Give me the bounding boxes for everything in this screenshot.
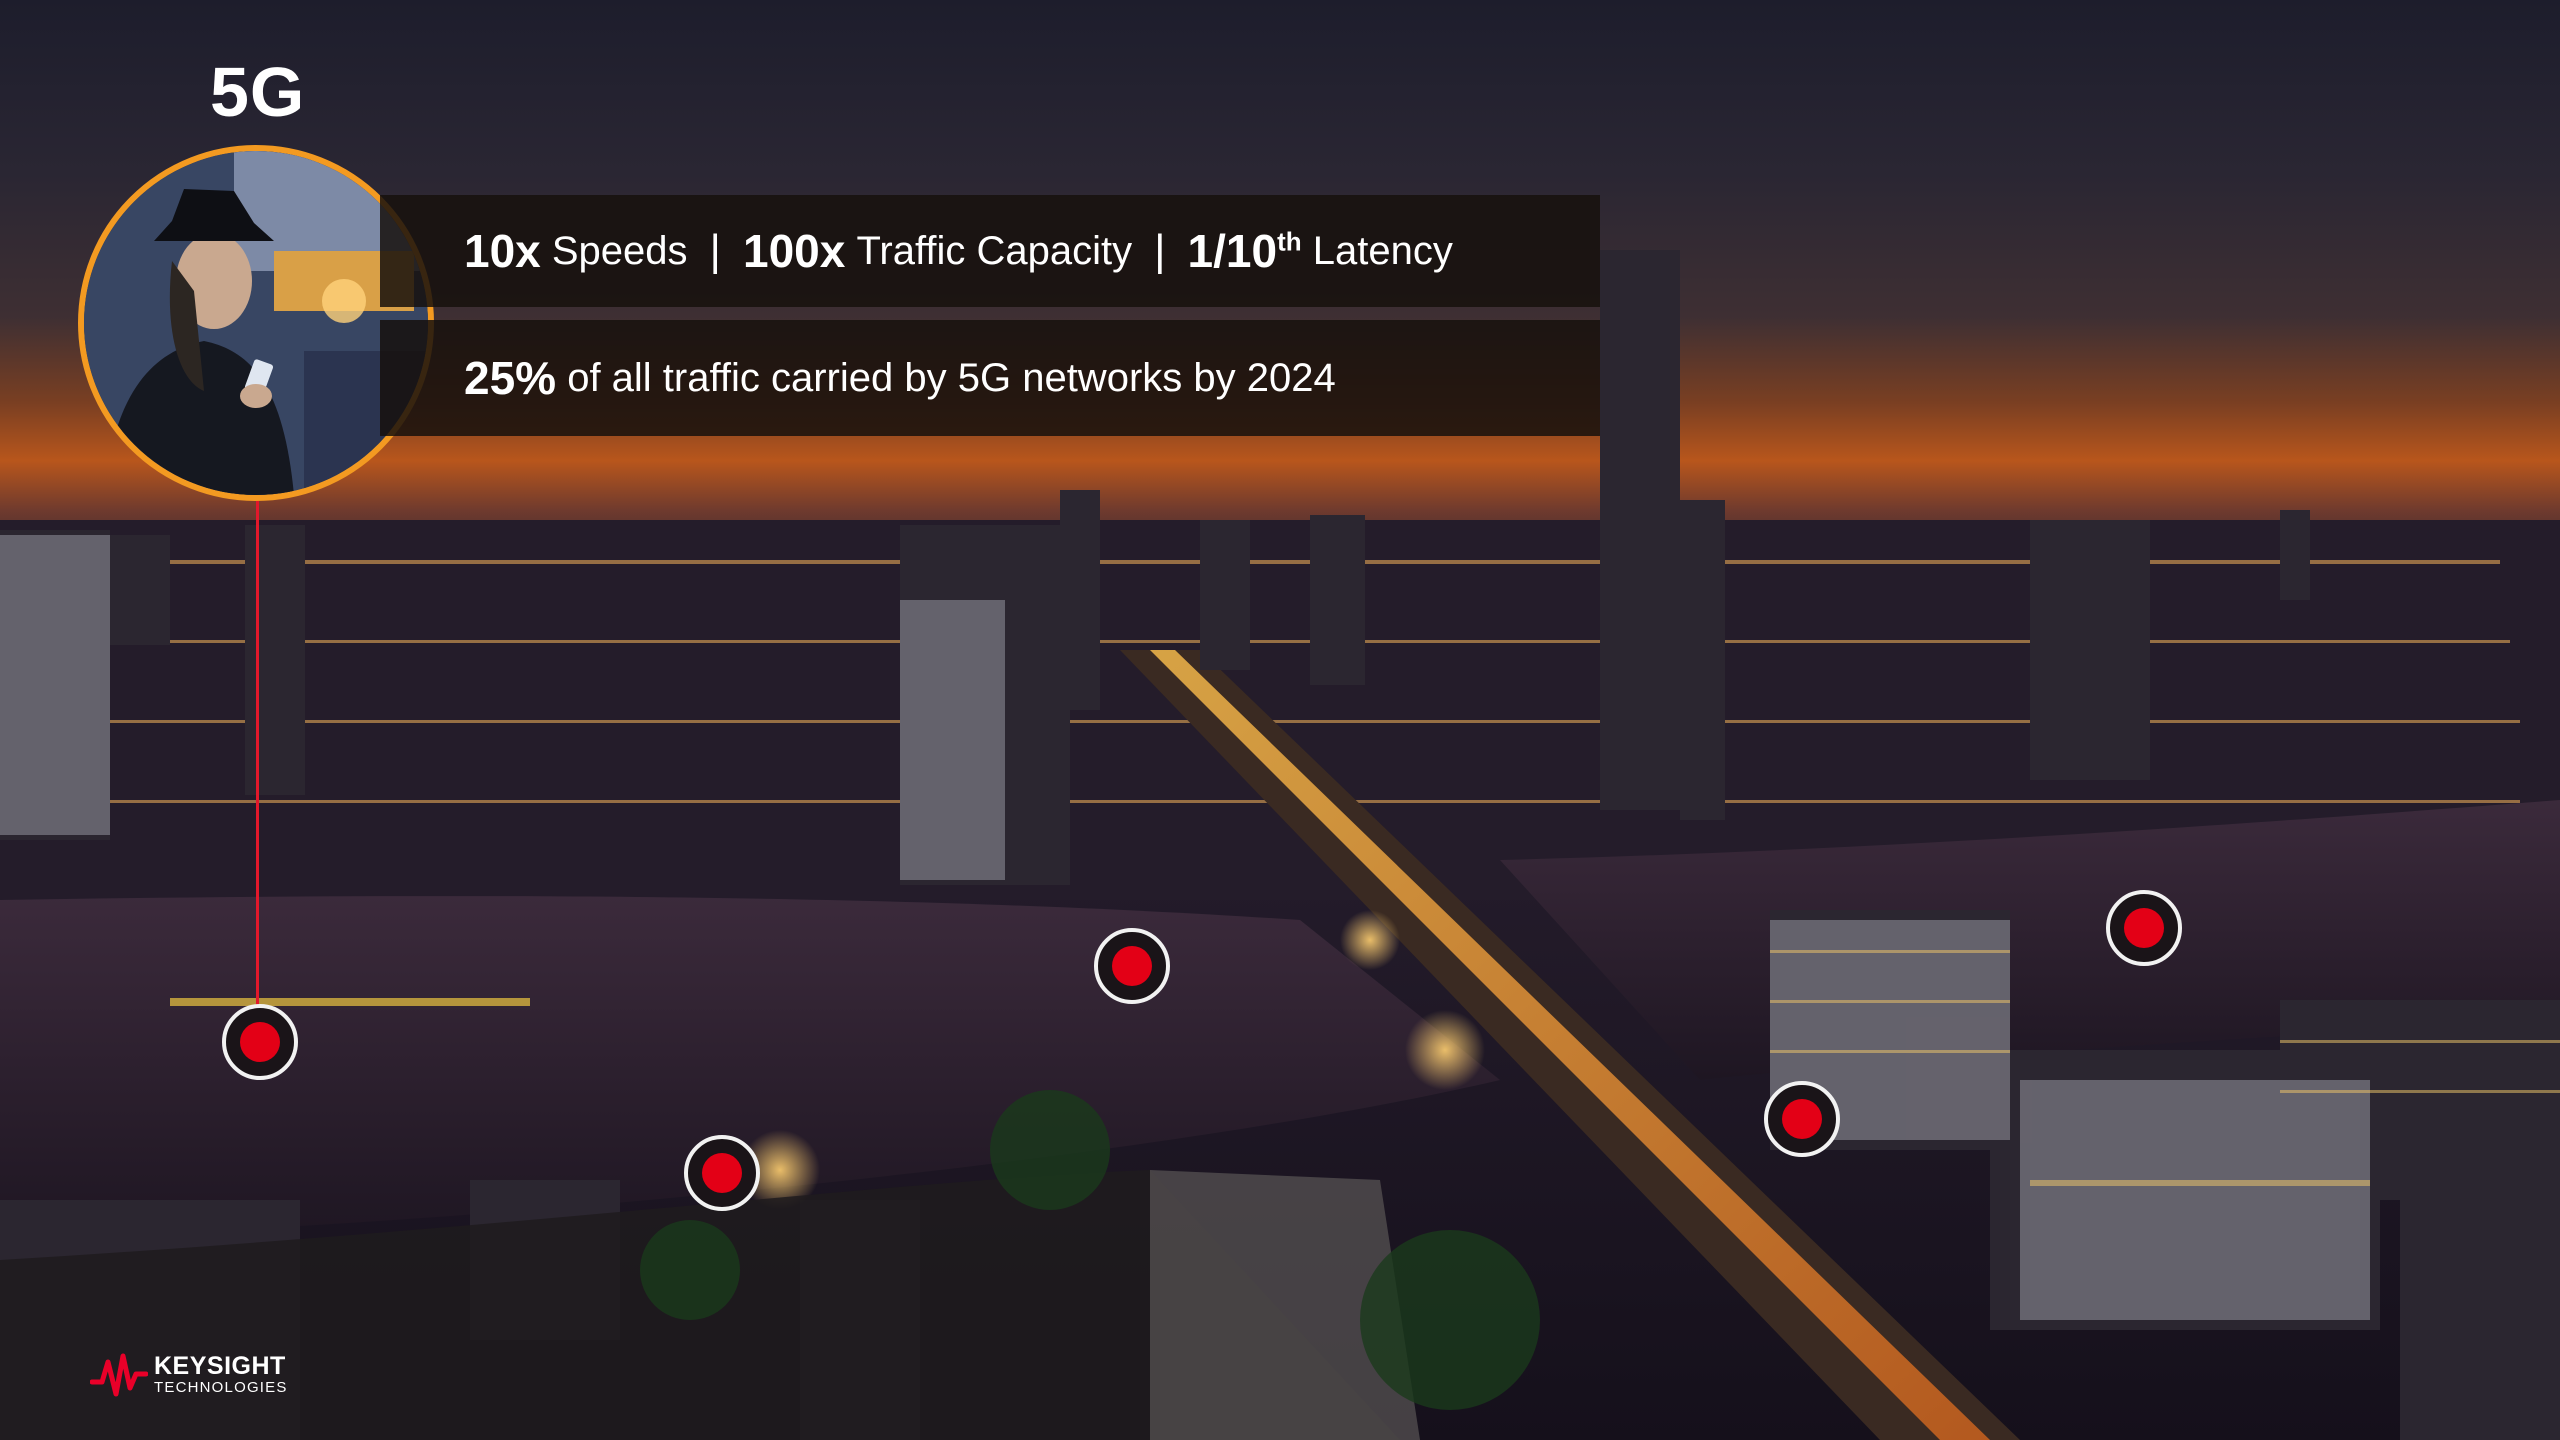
logo-subtitle: TECHNOLOGIES	[154, 1378, 288, 1396]
speeds-value: 10x	[464, 225, 541, 277]
location-marker-icon[interactable]	[220, 1002, 300, 1082]
location-marker-icon[interactable]	[2104, 888, 2184, 968]
separator: |	[709, 226, 721, 275]
stats-banner: 10x Speeds | 100x Traffic Capacity | 1/1…	[380, 195, 1600, 307]
location-marker-icon[interactable]	[1092, 926, 1172, 1006]
logo-name: KEYSIGHT	[154, 1351, 286, 1380]
connector-line	[256, 500, 259, 1040]
keysight-logo: KEYSIGHT TECHNOLOGIES	[90, 1352, 288, 1398]
speeds-label: Speeds	[551, 228, 688, 273]
traffic-text: of all traffic carried by 5G networks by…	[567, 355, 1336, 400]
latency-superscript: th	[1277, 226, 1302, 257]
location-marker-icon[interactable]	[682, 1133, 762, 1213]
latency-label: Latency	[1312, 228, 1453, 273]
location-marker-icon[interactable]	[1762, 1079, 1842, 1159]
keysight-wave-icon	[90, 1353, 148, 1397]
traffic-banner: 25% of all traffic carried by 5G network…	[380, 320, 1600, 436]
capacity-label: Traffic Capacity	[856, 228, 1133, 273]
slide-title: 5G	[210, 53, 306, 131]
separator: |	[1154, 226, 1166, 275]
latency-value: 1/10th	[1188, 224, 1302, 278]
traffic-value: 25%	[464, 352, 557, 404]
latency-number: 1/10	[1187, 225, 1278, 277]
capacity-value: 100x	[742, 225, 846, 277]
